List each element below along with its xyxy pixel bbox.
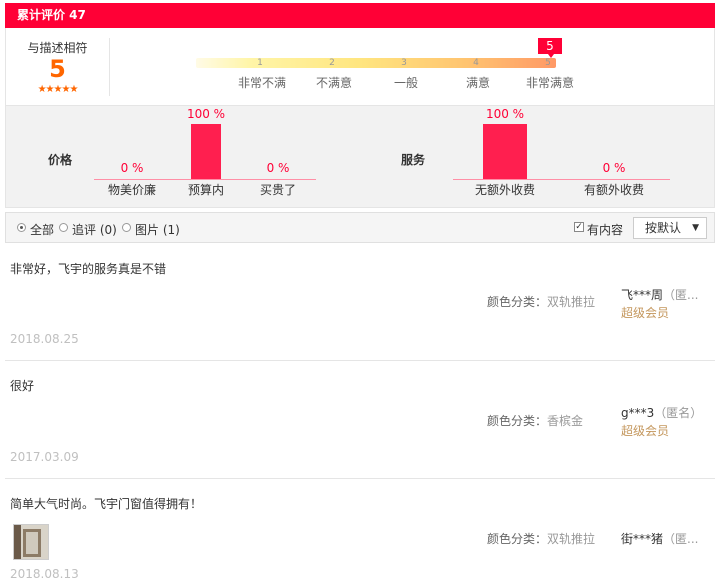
scale-tick: 1: [257, 58, 263, 68]
price-pct: 100 %: [186, 107, 226, 121]
color-label: 颜色分类：: [487, 414, 548, 428]
user-name: 街***猪: [621, 532, 664, 546]
color-value: 双轨推拉: [547, 295, 596, 309]
review-text: 非常好，飞宇的服务真是不错: [10, 262, 167, 276]
color-value: 香槟金: [547, 414, 584, 428]
price-label: 价格: [48, 153, 73, 167]
review-photo-thumbnail[interactable]: [13, 524, 49, 560]
filter-pictures-label[interactable]: 图片 (1): [135, 221, 180, 238]
scale-tick: 2: [329, 58, 335, 68]
thumbnail-graphic: [14, 525, 21, 559]
sort-dropdown[interactable]: 按默认 ▼: [633, 217, 707, 239]
score-value: 5: [49, 55, 66, 83]
service-bar-no-extra-fee: [483, 124, 527, 179]
review-text: 简单大气时尚。飞宇门窗值得拥有！: [10, 497, 203, 511]
satisfaction-scale-bar: [196, 58, 556, 68]
color-label: 颜色分类：: [487, 532, 548, 546]
rating-summary: 与描述相符 5 ★★★★★ 5 1 2 3 4 5 非常不满 不满意 一般 满意…: [5, 28, 715, 106]
scale-label: 非常不满: [237, 76, 286, 90]
color-label: 颜色分类：: [487, 295, 548, 309]
anon-tag: （匿...: [663, 532, 699, 546]
score-panel: 与描述相符 5 ★★★★★: [6, 28, 109, 106]
scale-label: 一般: [393, 76, 418, 90]
radio-all[interactable]: [17, 223, 26, 232]
review-text: 很好: [10, 379, 35, 393]
price-category: 预算内: [187, 183, 224, 197]
scale-label: 满意: [465, 76, 490, 90]
service-baseline: [453, 179, 670, 180]
review-date: 2017.03.09: [10, 450, 79, 464]
user-name: 飞***周: [621, 288, 664, 302]
radio-pictures[interactable]: [122, 223, 131, 232]
reviews-header: 累计评价 47: [5, 3, 715, 28]
scale-tick: 3: [401, 58, 407, 68]
review-color-variant: 颜色分类：香槟金: [487, 412, 583, 429]
anon-tag: （匿名）: [654, 406, 703, 420]
score-title: 与描述相符: [27, 41, 88, 55]
service-category: 有额外收费: [583, 183, 644, 197]
score-flag: 5: [538, 38, 562, 58]
scale-tick: 4: [473, 58, 479, 68]
anon-tag: （匿...: [663, 288, 699, 302]
review-filter-bar: 全部 追评 (0) 图片 (1) ✓ 有内容 按默认 ▼: [5, 212, 715, 243]
sort-label: 按默认: [645, 221, 682, 235]
thumbnail-graphic: [23, 529, 41, 557]
radio-followup[interactable]: [59, 223, 68, 232]
filter-all-label[interactable]: 全部: [30, 221, 54, 238]
scale-label: 非常满意: [525, 76, 574, 90]
service-pct: 100 %: [485, 107, 525, 121]
price-pct: 0 %: [120, 161, 144, 175]
vip-badge: 超级会员: [621, 424, 670, 438]
scale-label: 不满意: [315, 76, 352, 90]
filter-followup-label[interactable]: 追评 (0): [72, 221, 117, 238]
price-category: 买贵了: [259, 183, 296, 197]
service-category: 无额外收费: [474, 183, 535, 197]
price-bar-budget: [191, 124, 221, 179]
review-user: 街***猪（匿...: [621, 530, 698, 547]
review-user: g***3（匿名）: [621, 404, 702, 421]
price-pct: 0 %: [266, 161, 290, 175]
star-rating: ★★★★★: [37, 84, 79, 95]
user-name: g***3: [621, 406, 655, 420]
service-label: 服务: [401, 153, 426, 167]
attribute-bars: 价格 0 % 物美价廉 100 % 预算内 0 % 买贵了 服务 100 % 无…: [5, 106, 715, 208]
review-user: 飞***周（匿...: [621, 286, 698, 303]
review-date: 2018.08.13: [10, 567, 79, 581]
has-content-label[interactable]: 有内容: [587, 221, 623, 238]
review-item: 简单大气时尚。飞宇门窗值得拥有！ 颜色分类：双轨推拉 街***猪（匿... 20…: [5, 479, 715, 584]
review-color-variant: 颜色分类：双轨推拉: [487, 530, 595, 547]
review-date: 2018.08.25: [10, 332, 79, 346]
review-item: 非常好，飞宇的服务真是不错 颜色分类：双轨推拉 飞***周（匿... 超级会员 …: [5, 243, 715, 361]
review-item: 很好 颜色分类：香槟金 g***3（匿名） 超级会员 2017.03.09: [5, 361, 715, 479]
divider: [109, 38, 110, 96]
scale-tick: 5: [545, 58, 551, 68]
chevron-down-icon: ▼: [692, 223, 699, 233]
vip-badge: 超级会员: [621, 306, 670, 320]
price-baseline: [94, 179, 316, 180]
reviews-total-title: 累计评价 47: [17, 8, 86, 22]
review-color-variant: 颜色分类：双轨推拉: [487, 293, 595, 310]
service-pct: 0 %: [602, 161, 626, 175]
price-category: 物美价廉: [107, 183, 156, 197]
has-content-checkbox[interactable]: ✓: [574, 222, 584, 232]
color-value: 双轨推拉: [547, 532, 596, 546]
